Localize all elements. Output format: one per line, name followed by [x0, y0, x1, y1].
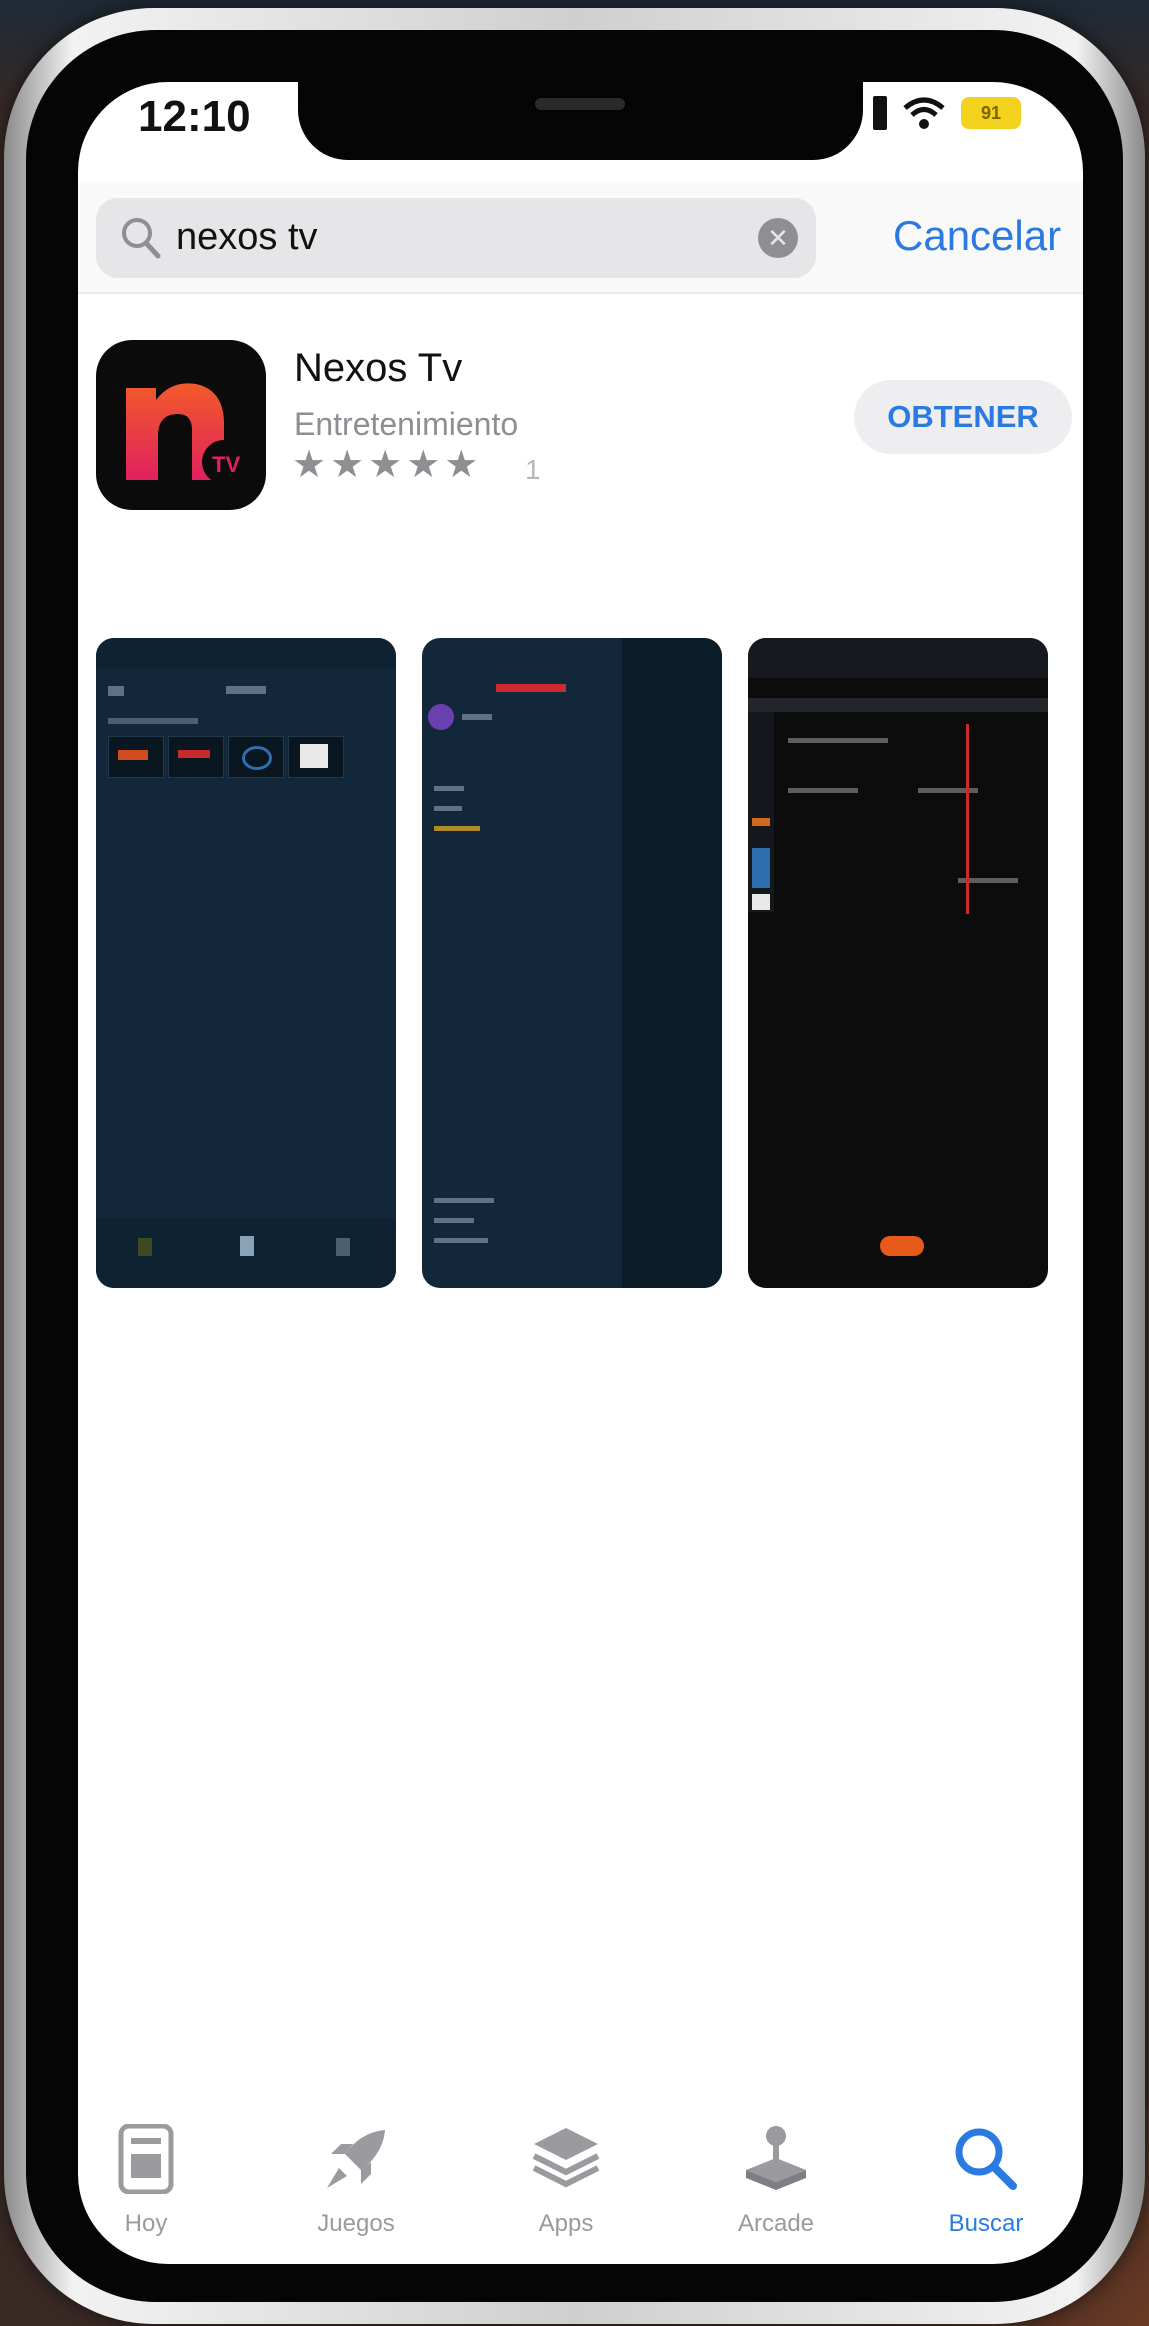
- tab-label: Buscar: [948, 2210, 1024, 2237]
- tab-games[interactable]: Juegos: [266, 2112, 446, 2252]
- phone-frame: 12:10 91 nexos tv ✕ Cancelar TV Nexos Tv…: [4, 8, 1145, 2324]
- screenshot-3[interactable]: [748, 638, 1048, 1288]
- rocket-icon: [327, 2130, 385, 2188]
- rating-count: 1: [525, 454, 541, 485]
- apps-stack-icon: [532, 2128, 600, 2188]
- search-input[interactable]: nexos tv ✕: [96, 198, 816, 278]
- get-button[interactable]: OBTENER: [854, 380, 1072, 454]
- cancel-button[interactable]: Cancelar: [893, 212, 1061, 260]
- clear-search-icon[interactable]: ✕: [758, 218, 798, 258]
- logo-badge: TV: [212, 452, 240, 477]
- tab-label: Hoy: [124, 2210, 168, 2237]
- tab-label: Juegos: [317, 2210, 395, 2237]
- status-icons: 91: [873, 96, 1021, 130]
- phone-bezel: 12:10 91 nexos tv ✕ Cancelar TV Nexos Tv…: [26, 30, 1123, 2302]
- screenshot-2[interactable]: [422, 638, 722, 1288]
- tab-label: Arcade: [737, 2210, 815, 2237]
- signal-icon: [873, 96, 887, 130]
- rating-stars: ★★★★★: [292, 444, 483, 486]
- nexos-logo: TV: [126, 383, 246, 484]
- battery-icon: 91: [961, 97, 1021, 129]
- search-bar: nexos tv ✕ Cancelar: [78, 182, 1083, 294]
- notch: [298, 82, 863, 160]
- search-query[interactable]: nexos tv: [176, 216, 318, 259]
- app-name[interactable]: Nexos Tv: [294, 346, 462, 391]
- app-category: Entretenimiento: [294, 406, 519, 442]
- screenshot-1[interactable]: [96, 638, 396, 1288]
- tab-label: Apps: [538, 2210, 594, 2237]
- app-store-screen: 12:10 91 nexos tv ✕ Cancelar TV Nexos Tv…: [78, 82, 1083, 2264]
- tab-apps[interactable]: Apps: [476, 2112, 656, 2252]
- status-time: 12:10: [138, 92, 251, 141]
- tab-search[interactable]: Buscar: [896, 2112, 1076, 2252]
- joystick-icon: [746, 2126, 806, 2190]
- app-icon[interactable]: TV: [96, 340, 266, 510]
- tab-arcade[interactable]: Arcade: [686, 2112, 866, 2252]
- wifi-icon: [903, 97, 945, 129]
- today-icon: [118, 2124, 174, 2194]
- tab-today[interactable]: Hoy: [78, 2112, 236, 2252]
- search-icon: [955, 2128, 1017, 2190]
- speaker: [535, 98, 625, 110]
- magnifier-icon: [122, 218, 161, 259]
- tab-bar: Hoy Juegos Apps Arcade Buscar: [78, 2112, 1083, 2264]
